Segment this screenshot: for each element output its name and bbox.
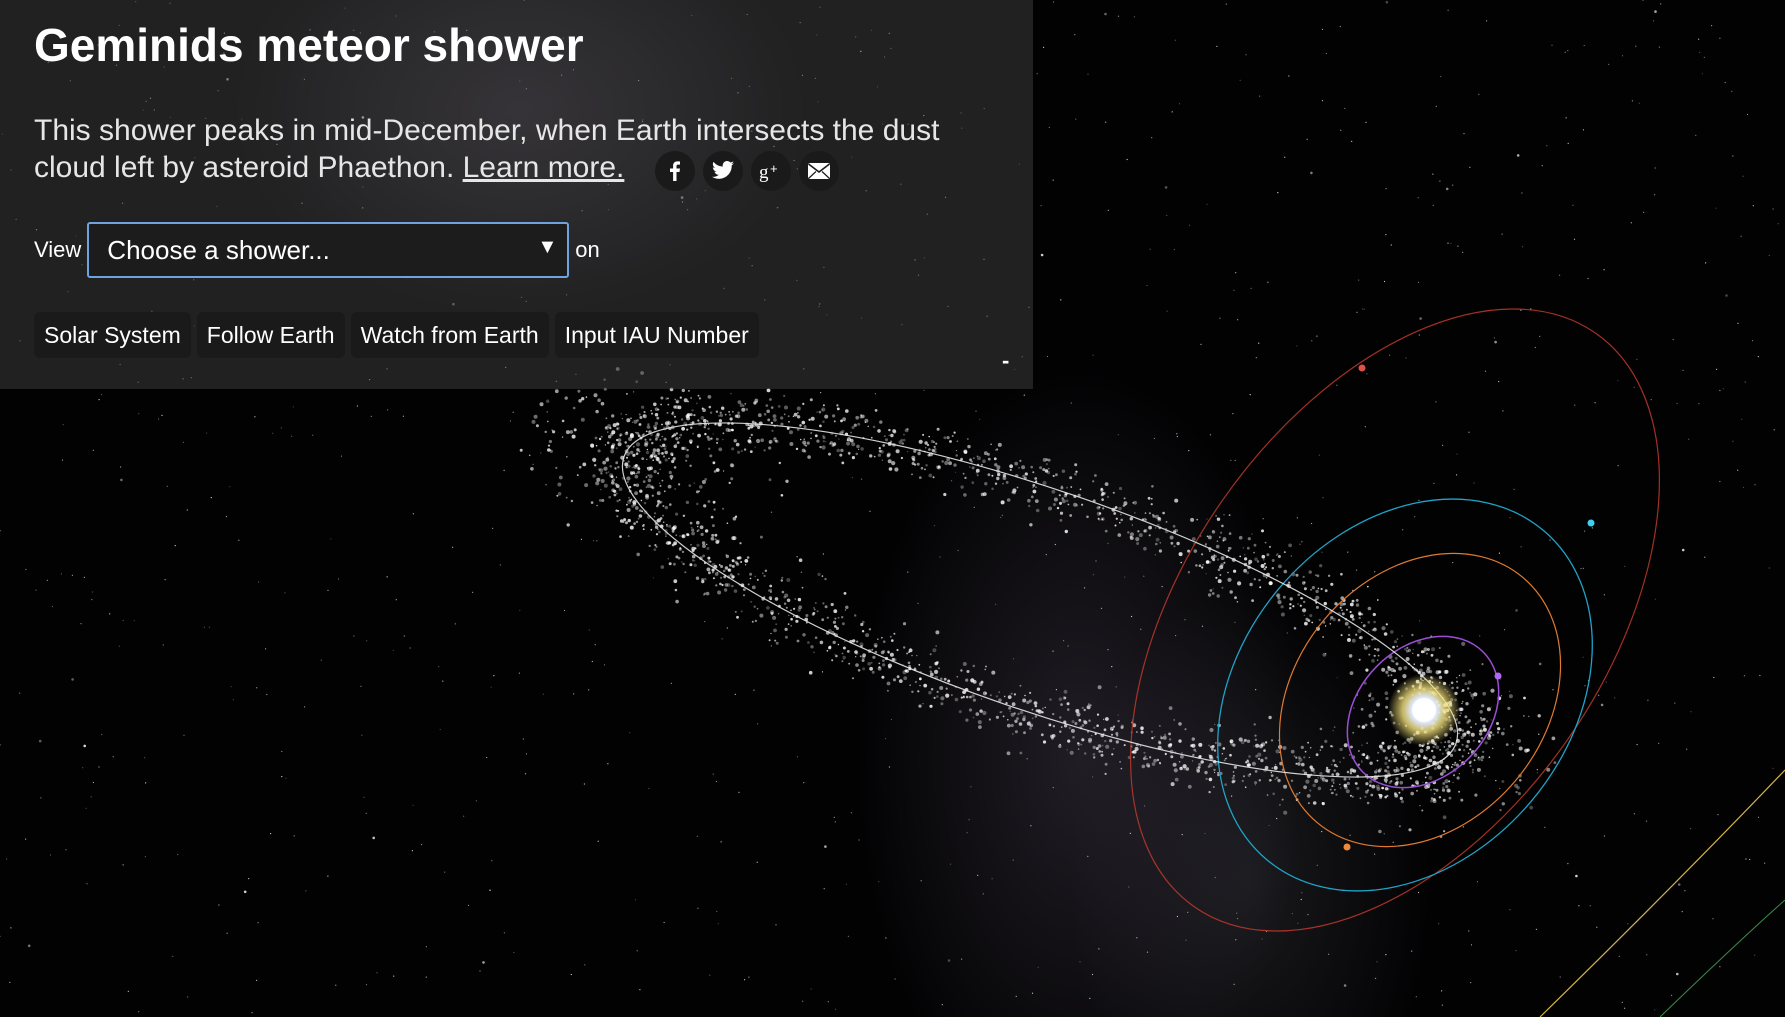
facebook-icon[interactable] [654,151,695,192]
shower-description: This shower peaks in mid-December, when … [34,112,1014,192]
cyan-planet-marker [1587,519,1595,527]
purple-planet-marker [1494,672,1502,680]
email-icon[interactable] [798,151,839,192]
svg-text:+: + [770,161,778,176]
view-selector-row: View Choose a shower... ▼ on [34,222,600,278]
sun [1388,674,1460,746]
twitter-icon[interactable] [702,151,743,192]
follow-earth-button[interactable]: Follow Earth [196,312,345,358]
far-orbit-yellow [1539,769,1785,1017]
on-label: on [575,237,600,262]
far-orbit-green [1659,899,1785,1017]
orange-planet-marker [1343,843,1351,851]
google-plus-icon[interactable]: g + [750,151,791,192]
collapse-panel-button[interactable]: - [1002,348,1009,374]
outer-orbit [1130,308,1660,932]
red-planet-marker [1358,364,1366,372]
learn-more-link[interactable]: Learn more. [463,151,625,184]
view-label: View [34,237,82,262]
solar-system-button[interactable]: Solar System [34,312,191,358]
shower-select[interactable]: Choose a shower... ▼ [87,222,570,278]
watch-from-earth-button[interactable]: Watch from Earth [350,312,549,358]
info-panel: Geminids meteor shower This shower peaks… [0,0,1033,389]
view-mode-buttons: Solar System Follow Earth Watch from Ear… [34,312,759,358]
page-title: Geminids meteor shower [34,19,584,71]
svg-text:g: g [759,162,769,182]
planet-layer [1343,364,1595,851]
share-buttons: g + [654,151,839,192]
chevron-down-icon: ▼ [537,236,558,258]
shower-select-value: Choose a shower... [107,234,330,265]
meteor-stream [519,364,1557,838]
input-iau-number-button[interactable]: Input IAU Number [554,312,759,358]
